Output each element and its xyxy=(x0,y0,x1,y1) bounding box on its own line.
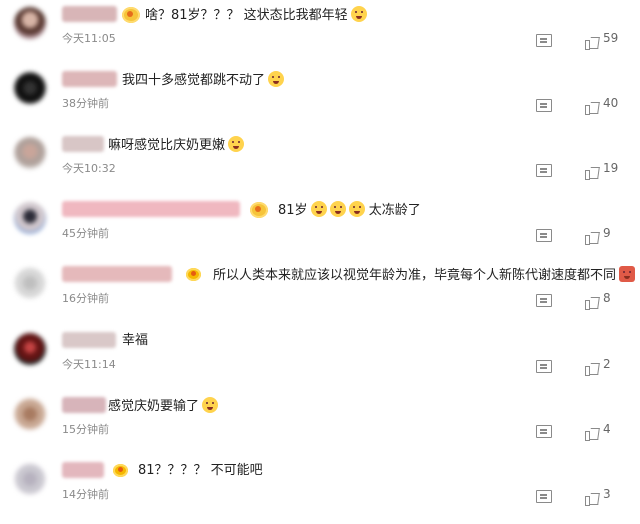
comment-item: 我四十多感觉都跳不动了 38分钟前 40 xyxy=(0,68,640,133)
comment-time: 今天11:14 xyxy=(62,358,116,371)
comment-text: 81？？？？ 不可能吧 xyxy=(138,463,263,478)
blurred-username[interactable] xyxy=(62,136,104,152)
comment-icon[interactable] xyxy=(536,425,552,438)
blurred-username[interactable] xyxy=(62,71,117,87)
like-icon[interactable] xyxy=(585,99,601,115)
emoji-icon xyxy=(228,136,245,152)
like-count: 4 xyxy=(603,422,611,436)
avatar[interactable] xyxy=(14,137,46,169)
comment-text: 啥？81岁？？？ 这状态比我都年轻 xyxy=(145,6,367,25)
like-count: 59 xyxy=(603,31,619,45)
vip-badge-icon xyxy=(113,464,128,477)
comment-icon[interactable] xyxy=(536,99,552,112)
blurred-username[interactable] xyxy=(62,266,172,282)
emoji-icon xyxy=(350,6,367,22)
like-icon[interactable] xyxy=(585,34,601,50)
comment-text: 感觉庆奶要输了 xyxy=(108,397,219,416)
comment-time: 15分钟前 xyxy=(62,423,109,436)
comment-icon[interactable] xyxy=(536,34,552,47)
blurred-username[interactable] xyxy=(62,332,116,348)
avatar[interactable] xyxy=(14,7,46,39)
comment-time: 今天10:32 xyxy=(62,162,116,175)
comment-text: 81岁 太冻龄了 xyxy=(278,201,421,218)
blurred-username[interactable] xyxy=(62,201,240,217)
avatar[interactable] xyxy=(14,333,46,365)
avatar[interactable] xyxy=(14,202,46,234)
comment-text: 幸福 xyxy=(122,333,149,348)
comment-icon[interactable] xyxy=(536,490,552,503)
blurred-username[interactable] xyxy=(62,6,117,22)
like-icon[interactable] xyxy=(585,164,601,180)
comment-item: 感觉庆奶要输了 15分钟前 4 xyxy=(0,394,640,459)
avatar[interactable] xyxy=(14,72,46,104)
comment-time: 38分钟前 xyxy=(62,97,109,110)
avatar[interactable] xyxy=(14,398,46,430)
emoji-icon xyxy=(310,201,327,217)
emoji-icon xyxy=(348,201,365,217)
vip-badge-icon xyxy=(186,268,201,281)
comment-icon[interactable] xyxy=(536,294,552,307)
comment-item: 81？？？？ 不可能吧 14分钟前 3 xyxy=(0,459,640,524)
comment-item: 81岁 太冻龄了 45分钟前 9 xyxy=(0,198,640,263)
blurred-username[interactable] xyxy=(62,462,104,478)
comment-time: 16分钟前 xyxy=(62,292,109,305)
emoji-icon xyxy=(268,71,285,87)
avatar[interactable] xyxy=(14,463,46,495)
like-count: 8 xyxy=(603,291,611,305)
blurred-username[interactable] xyxy=(62,397,106,413)
avatar[interactable] xyxy=(14,267,46,299)
comment-icon[interactable] xyxy=(536,164,552,177)
comment-time: 今天11:05 xyxy=(62,32,116,45)
comment-text: 嘛呀感觉比庆奶更嫩 xyxy=(108,136,245,155)
like-count: 40 xyxy=(603,96,619,110)
comment-icon[interactable] xyxy=(536,229,552,242)
emoji-icon xyxy=(202,397,219,413)
like-count: 19 xyxy=(603,161,619,175)
comment-time: 14分钟前 xyxy=(62,488,109,501)
like-icon[interactable] xyxy=(585,294,601,310)
like-icon[interactable] xyxy=(585,425,601,441)
comment-icon[interactable] xyxy=(536,360,552,373)
comment-item: 啥？81岁？？？ 这状态比我都年轻 今天11:05 59 xyxy=(0,3,640,68)
like-icon[interactable] xyxy=(585,490,601,506)
comment-time: 45分钟前 xyxy=(62,227,109,240)
like-icon[interactable] xyxy=(585,229,601,245)
like-count: 9 xyxy=(603,226,611,240)
emoji-icon xyxy=(619,266,636,282)
vip-badge-icon xyxy=(122,7,140,23)
emoji-icon xyxy=(329,201,346,217)
like-count: 2 xyxy=(603,357,611,371)
vip-badge-icon xyxy=(250,202,268,218)
like-icon[interactable] xyxy=(585,360,601,376)
comment-item: 所以人类本来就应该以视觉年龄为准，毕竟每个人新陈代谢速度都不同 16分钟前 8 xyxy=(0,263,640,328)
comment-item: 嘛呀感觉比庆奶更嫩 今天10:32 19 xyxy=(0,133,640,198)
like-count: 3 xyxy=(603,487,611,501)
comment-text: 所以人类本来就应该以视觉年龄为准，毕竟每个人新陈代谢速度都不同 xyxy=(213,266,636,285)
comment-item: 幸福 今天11:14 2 xyxy=(0,329,640,394)
comment-text: 我四十多感觉都跳不动了 xyxy=(122,71,285,90)
